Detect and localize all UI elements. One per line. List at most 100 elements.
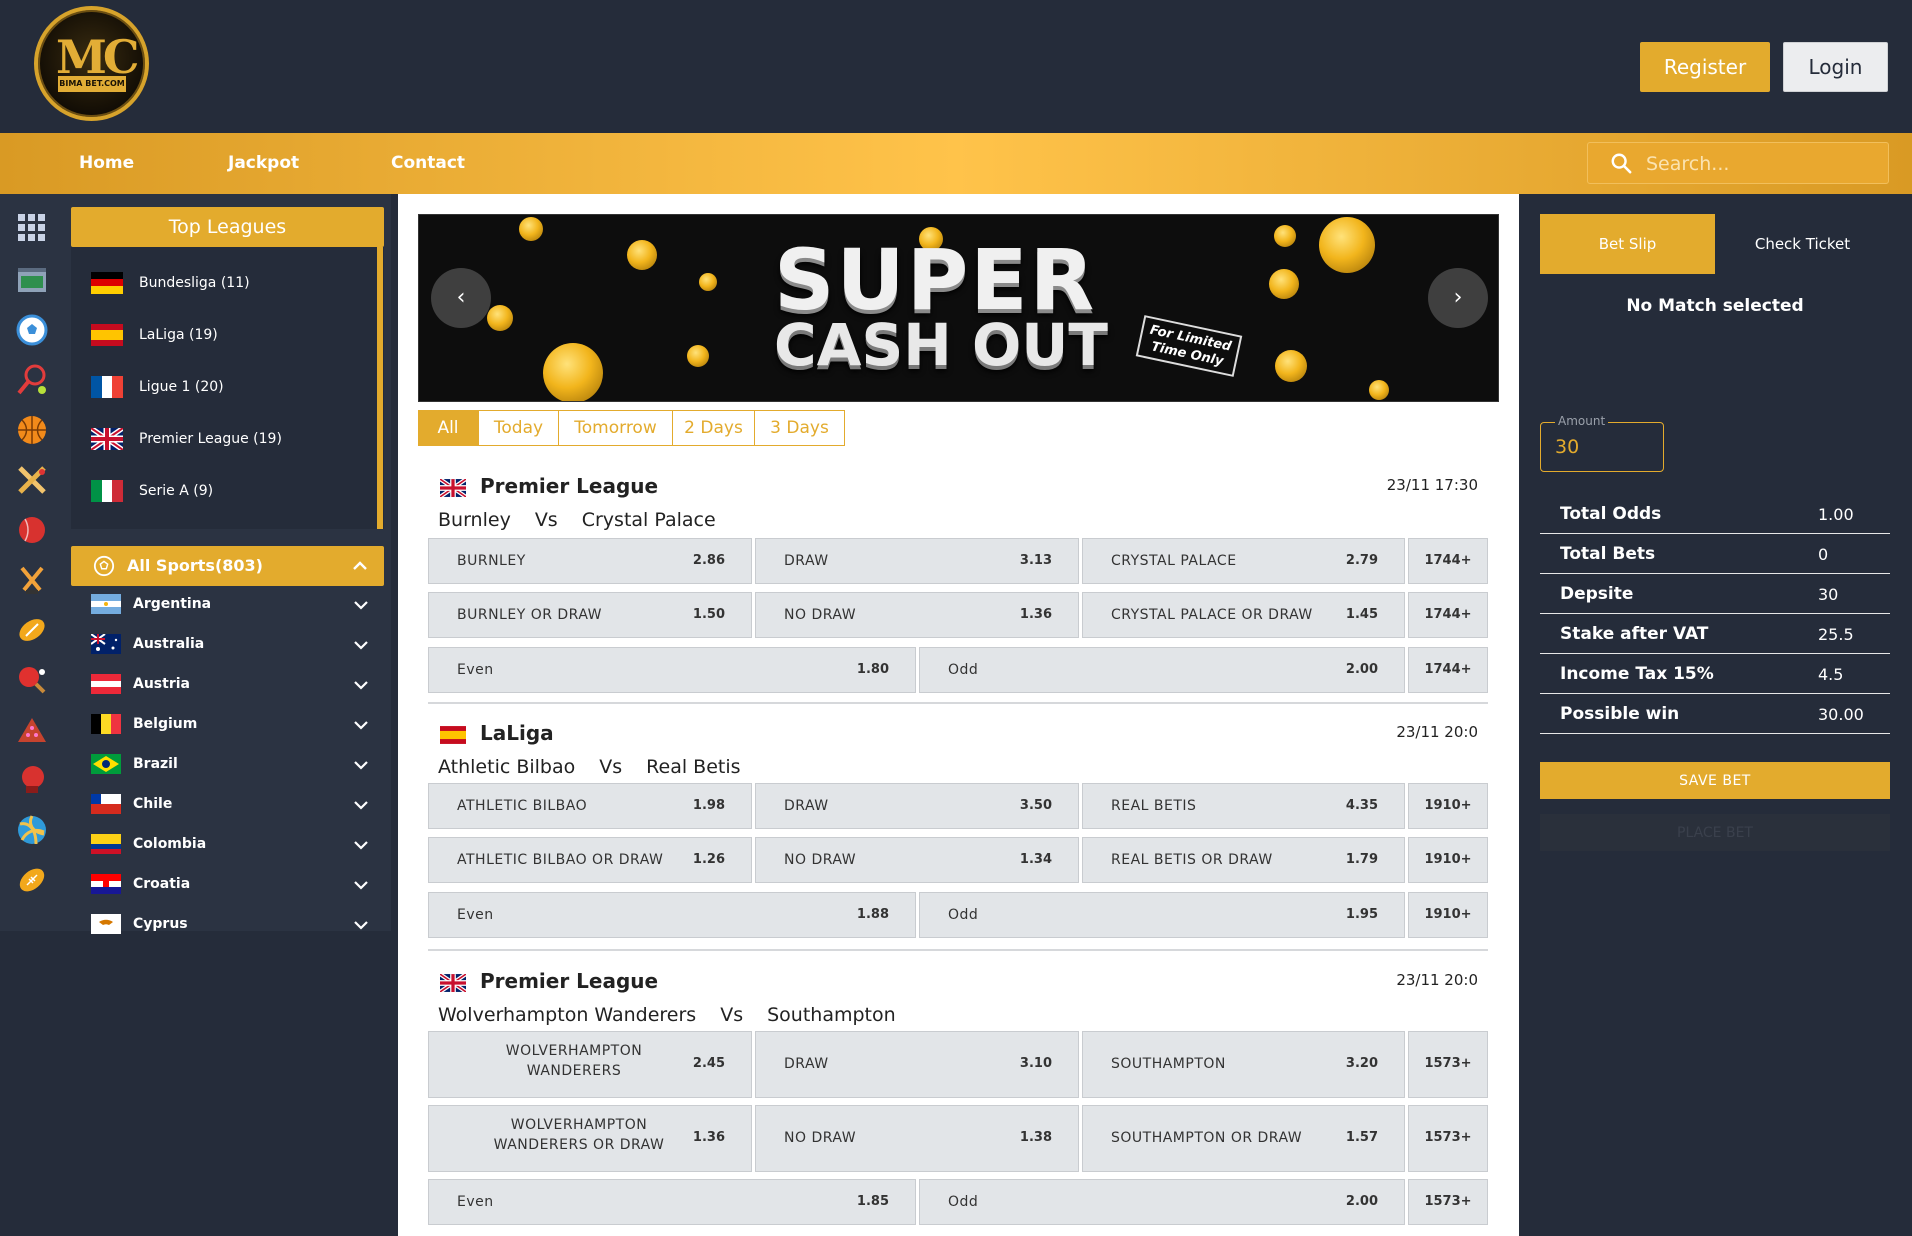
tab-all[interactable]: All [418,410,478,446]
place-bet-button[interactable]: PLACE BET [1540,814,1890,851]
chevron-down-icon [354,841,368,850]
league-item-premier-league[interactable]: Premier League (19) [91,425,351,455]
odds-label: REAL BETIS OR DRAW [1111,852,1273,868]
basketball-icon[interactable] [16,414,48,446]
odds-label: Odd [948,1194,979,1210]
boxing-icon[interactable] [16,764,48,796]
odds-button[interactable]: Even 1.80 [428,647,916,693]
amount-input[interactable] [1555,435,1655,459]
tab-check-ticket[interactable]: Check Ticket [1715,214,1890,274]
country-item-belgium[interactable]: Belgium [91,711,381,739]
odds-label: SOUTHAMPTON OR DRAW [1111,1130,1303,1146]
country-item-brazil[interactable]: Brazil [91,751,381,779]
promo-banner[interactable]: SUPER CASH OUT For Limited Time Only ‹ › [418,214,1499,402]
tennis-icon[interactable] [16,364,48,396]
tab-tomorrow[interactable]: Tomorrow [558,410,673,446]
more-markets-button[interactable]: 1744+ [1408,647,1488,693]
odds-button[interactable]: REAL BETIS OR DRAW 1.79 [1082,837,1405,883]
banner-prev-button[interactable]: ‹ [431,268,491,328]
country-item-colombia[interactable]: Colombia [91,831,381,859]
odds-button[interactable]: WOLVERHAMPTON WANDERERS OR DRAW 1.36 [428,1105,752,1172]
league-item-serie-a[interactable]: Serie A (9) [91,477,351,507]
tab-3-days[interactable]: 3 Days [754,410,845,446]
odds-button[interactable]: WOLVERHAMPTON WANDERERS 2.45 [428,1031,752,1098]
odds-button[interactable]: Even 1.85 [428,1179,916,1225]
odds-button[interactable]: ATHLETIC BILBAO 1.98 [428,783,752,829]
snooker-icon[interactable] [16,714,48,746]
tab-bet-slip[interactable]: Bet Slip [1540,214,1715,274]
american-football-icon[interactable] [16,864,48,896]
save-bet-button[interactable]: SAVE BET [1540,762,1890,799]
more-markets-button[interactable]: 1910+ [1408,892,1488,938]
grid-icon[interactable] [16,212,48,244]
odds-button[interactable]: Even 1.88 [428,892,916,938]
odds-button[interactable]: CRYSTAL PALACE 2.79 [1082,538,1405,584]
tab-2-days[interactable]: 2 Days [672,410,755,446]
amount-field[interactable]: Amount [1540,414,1664,472]
all-sports-title: All Sports(803) [127,556,263,575]
odds-button[interactable]: NO DRAW 1.38 [755,1105,1079,1172]
country-item-austria[interactable]: Austria [91,671,381,699]
more-markets-button[interactable]: 1573+ [1408,1031,1488,1098]
country-label: Belgium [133,716,198,732]
odds-button[interactable]: Odd 2.00 [919,1179,1405,1225]
more-markets-button[interactable]: 1573+ [1408,1105,1488,1172]
cricket-ball-icon[interactable] [16,514,48,546]
more-markets-button[interactable]: 1910+ [1408,783,1488,829]
odds-button[interactable]: BURNLEY 2.86 [428,538,752,584]
nav-contact[interactable]: Contact [391,153,465,173]
country-item-chile[interactable]: Chile [91,791,381,819]
register-button[interactable]: Register [1640,42,1770,92]
country-item-croatia[interactable]: Croatia [91,871,381,899]
odds-value: 1.50 [692,607,725,622]
odds-label: WOLVERHAMPTON WANDERERS OR DRAW [493,1117,665,1153]
odds-value: 1.85 [856,1194,889,1209]
cricket-icon[interactable] [16,464,48,496]
more-markets-button[interactable]: 1744+ [1408,592,1488,638]
odds-button[interactable]: REAL BETIS 4.35 [1082,783,1405,829]
odds-button[interactable]: CRYSTAL PALACE OR DRAW 1.45 [1082,592,1405,638]
league-item-bundesliga[interactable]: Bundesliga (11) [91,269,351,299]
odds-button[interactable]: DRAW 3.50 [755,783,1079,829]
country-item-argentina[interactable]: Argentina [91,591,381,619]
top-leagues-scrollbar[interactable] [377,247,383,529]
volleyball-icon[interactable] [16,814,48,846]
match-card: Premier League 23/11 17:30 Burnley Vs Crys… [428,471,1488,716]
odds-button[interactable]: Odd 2.00 [919,647,1405,693]
more-markets-button[interactable]: 1910+ [1408,837,1488,883]
table-tennis-icon[interactable] [16,664,48,696]
nav-jackpot[interactable]: Jackpot [228,153,299,173]
odds-button[interactable]: ATHLETIC BILBAO OR DRAW 1.26 [428,837,752,883]
rugby-icon[interactable] [16,614,48,646]
odds-button[interactable]: SOUTHAMPTON OR DRAW 1.57 [1082,1105,1405,1172]
stadium-icon[interactable] [16,264,48,296]
country-item-australia[interactable]: Australia [91,631,381,659]
banner-next-button[interactable]: › [1428,268,1488,328]
odds-button[interactable]: DRAW 3.10 [755,1031,1079,1098]
nav-home[interactable]: Home [79,153,134,173]
odds-label: BURNLEY OR DRAW [457,607,602,623]
odds-button[interactable]: DRAW 3.13 [755,538,1079,584]
tab-today[interactable]: Today [478,410,559,446]
all-sports-header[interactable]: All Sports(803) [71,546,384,586]
odds-button[interactable]: Odd 1.95 [919,892,1405,938]
odds-button[interactable]: NO DRAW 1.34 [755,837,1079,883]
more-markets-button[interactable]: 1573+ [1408,1179,1488,1225]
match-header: Premier League 23/11 20:0 [428,966,1488,996]
odds-button[interactable]: NO DRAW 1.36 [755,592,1079,638]
odds-button[interactable]: BURNLEY OR DRAW 1.50 [428,592,752,638]
search-input[interactable] [1646,149,1876,179]
odds-value: 1.38 [1019,1130,1052,1145]
more-markets-button[interactable]: 1744+ [1408,538,1488,584]
hockey-icon[interactable] [16,564,48,596]
football-icon[interactable] [16,314,48,346]
country-item-cyprus[interactable]: Cyprus [91,911,381,939]
site-logo[interactable]: MC BIMA BET.COM [34,6,149,121]
login-button[interactable]: Login [1783,42,1888,92]
search-box[interactable] [1587,142,1889,184]
league-item-laliga[interactable]: LaLiga (19) [91,321,351,351]
country-label: Argentina [133,596,212,612]
italy-flag-icon [91,480,123,502]
odds-button[interactable]: SOUTHAMPTON 3.20 [1082,1031,1405,1098]
league-item-ligue1[interactable]: Ligue 1 (20) [91,373,351,403]
